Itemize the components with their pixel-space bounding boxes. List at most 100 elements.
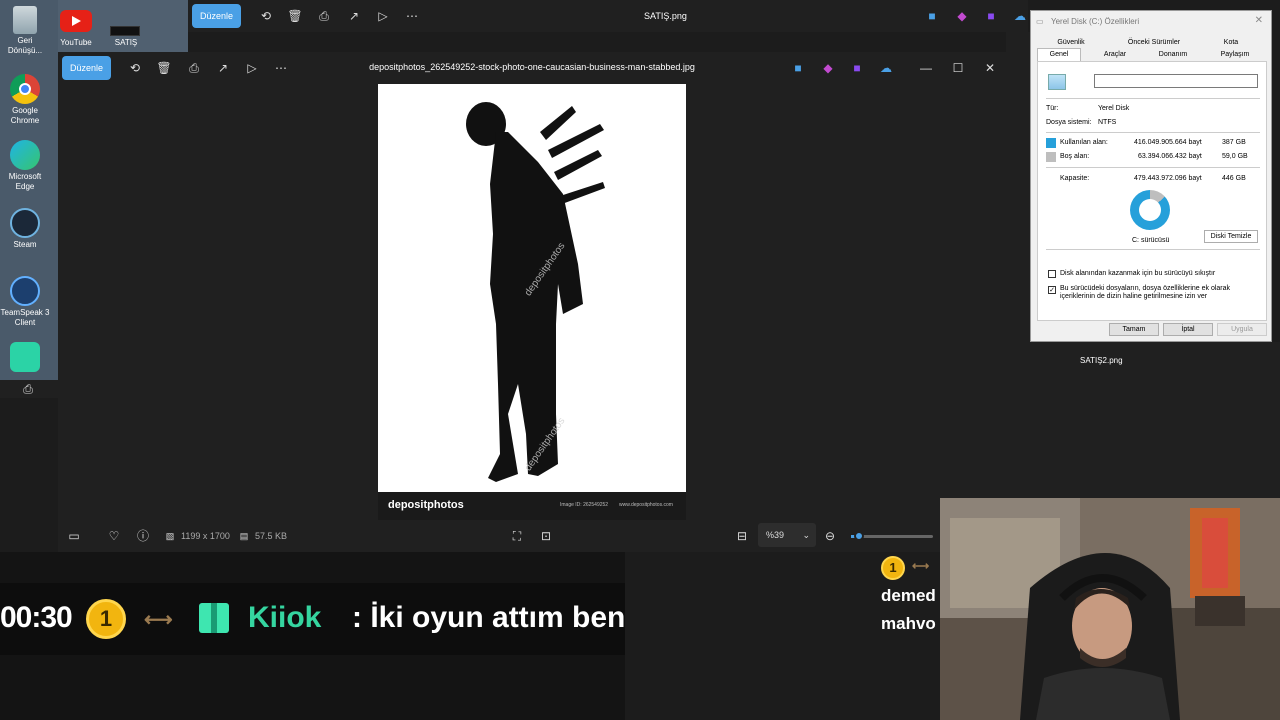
cancel-button[interactable]: İptal: [1163, 323, 1213, 336]
clipchamp-icon[interactable]: ◆: [820, 60, 836, 76]
used-swatch: [1046, 138, 1056, 148]
image-dimensions: 1199 x 1700: [181, 531, 230, 541]
drive-icon: [1048, 74, 1066, 90]
chat-message: : İki oyun attım ben: [352, 601, 626, 634]
recycle-bin-icon: [13, 6, 37, 34]
capacity-bytes: 479.443.972.096 bayt: [1134, 175, 1202, 182]
zoom-slider[interactable]: [851, 531, 933, 541]
desktop-icon-satis[interactable]: SATIŞ: [106, 38, 146, 48]
chat-timestamp: 00:30: [0, 601, 73, 634]
tab-paylasim[interactable]: Paylaşım: [1213, 51, 1257, 58]
drive-label: C: sürücüsü: [1132, 237, 1170, 244]
free-label: Boş alan:: [1060, 153, 1090, 160]
youtube-icon: [60, 10, 92, 32]
zoom-slider-thumb[interactable]: [854, 531, 865, 541]
chat-app-icon: [10, 342, 40, 372]
ok-button[interactable]: Tamam: [1109, 323, 1159, 336]
slideshow-icon[interactable]: ▷: [375, 8, 391, 24]
bg-toolbar-fragment: ⎙: [0, 380, 58, 398]
compress-checkbox[interactable]: [1048, 270, 1056, 278]
chat2-line1: demed: [881, 586, 936, 605]
drive-name-input[interactable]: [1094, 74, 1258, 88]
close-icon[interactable]: ✕: [1255, 15, 1263, 26]
rotate-icon[interactable]: ⟲: [258, 8, 274, 24]
dumbbell-icon: ⟷: [144, 609, 173, 631]
teamspeak-icon: [10, 276, 40, 306]
chrome-icon: [10, 74, 40, 104]
properties-dialog: ▭ Yerel Disk (C:) Özellikleri ✕ Güvenlik…: [1030, 10, 1272, 342]
desktop-icon-chrome[interactable]: Google Chrome: [0, 74, 50, 126]
bg-viewer-body: [625, 552, 878, 720]
info-icon[interactable]: ⓘ: [135, 528, 151, 544]
gift-icon: [199, 603, 229, 633]
tab-kota[interactable]: Kota: [1211, 39, 1251, 46]
tab-donanim[interactable]: Donanım: [1153, 51, 1193, 58]
delete-icon[interactable]: 🗑: [287, 8, 303, 24]
filmstrip-icon[interactable]: ▭: [66, 528, 82, 544]
desktop-icon-recycle-bin[interactable]: Geri Dönüşü...: [0, 6, 50, 56]
used-bytes: 416.049.905.664 bayt: [1134, 139, 1202, 146]
maximize-icon[interactable]: ☐: [950, 60, 966, 76]
divider: [1046, 132, 1260, 133]
bg-photo-viewer: Düzenle ⟲ 🗑 ⎙ ↗ ▷ ⋯ SATIŞ.png ■ ◆ ■ ☁: [188, 0, 1028, 32]
used-gb: 387 GB: [1222, 139, 1246, 146]
coin-badge-icon: 1: [881, 556, 905, 580]
zoom-value: %39: [766, 530, 785, 540]
desktop-icon-label: Steam: [13, 240, 37, 249]
apply-button[interactable]: Uygula: [1217, 323, 1267, 336]
tab-guvenlik[interactable]: Güvenlik: [1051, 39, 1091, 46]
video-icon[interactable]: ■: [983, 8, 999, 24]
dimensions-icon: ▧: [165, 531, 175, 541]
favorite-icon[interactable]: ♡: [106, 528, 122, 544]
dumbbell-icon: ⟷: [912, 559, 930, 573]
depositphotos-logo: depositphotos: [388, 499, 464, 511]
desktop-icon-edge[interactable]: Microsoft Edge: [0, 140, 50, 192]
zoom-out-icon[interactable]: ⊖: [822, 528, 838, 544]
tab-onceki-surumler[interactable]: Önceki Sürümler: [1119, 39, 1189, 46]
desktop-icon-steam[interactable]: Steam: [0, 208, 50, 250]
free-bytes: 63.394.066.432 bayt: [1138, 153, 1202, 160]
used-label: Kullanılan alan:: [1060, 139, 1108, 146]
desktop-icon-label: Google Chrome: [10, 106, 40, 125]
general-tab-panel: Tür: Yerel Disk Dosya sistemi: NTFS Kull…: [1037, 61, 1267, 321]
bg-viewer-title: SATIŞ.png: [644, 11, 687, 21]
chat-overlay: 00:30 1 ⟷ Kiiok : İki oyun attım ben: [0, 583, 625, 655]
desktop-icon-label: Microsoft Edge: [8, 172, 42, 191]
zoom-select[interactable]: %39 ⌄: [758, 523, 816, 547]
close-icon[interactable]: ✕: [982, 60, 998, 76]
edit-image-icon[interactable]: ■: [924, 8, 940, 24]
photo-footer: depositphotos Image ID: 262549252 www.de…: [378, 492, 686, 520]
share-icon[interactable]: ↗: [346, 8, 362, 24]
more-icon[interactable]: ⋯: [404, 8, 420, 24]
print-icon[interactable]: ⎙: [20, 381, 36, 397]
bg-edit-button[interactable]: Düzenle: [192, 4, 242, 28]
bg-file2-title: SATIŞ2.png: [1080, 356, 1123, 365]
print-icon[interactable]: ⎙: [316, 8, 332, 24]
photo-canvas: depositphotos depositphotos depositphoto…: [378, 84, 686, 520]
edit-image-icon[interactable]: ■: [790, 60, 806, 76]
clipchamp-icon[interactable]: ◆: [954, 8, 970, 24]
fit-window-icon[interactable]: ⊟: [734, 528, 750, 544]
free-gb: 59,0 GB: [1222, 153, 1248, 160]
bg-viewer-body: SATIŞ2.png: [1006, 342, 1280, 498]
actual-size-icon[interactable]: ⊡: [538, 528, 554, 544]
desktop-icon-teamspeak[interactable]: TeamSpeak 3 Client: [0, 276, 50, 328]
desktop-icon-youtube[interactable]: YouTube: [58, 38, 94, 48]
index-label: Bu sürücüdeki dosyaların, dosya özellikl…: [1060, 285, 1231, 300]
desktop-icon-app[interactable]: [0, 342, 50, 374]
onedrive-icon[interactable]: ☁: [878, 60, 894, 76]
disk-cleanup-button[interactable]: Diski Temizle: [1204, 230, 1258, 243]
image-id: Image ID: 262549252: [560, 502, 609, 508]
index-checkbox[interactable]: ✓: [1048, 286, 1056, 294]
fit-icon[interactable]: ⛶: [509, 528, 525, 544]
tab-araclar[interactable]: Araçlar: [1095, 51, 1135, 58]
onedrive-icon[interactable]: ☁: [1012, 8, 1028, 24]
divider: [1046, 98, 1260, 99]
video-icon[interactable]: ■: [849, 60, 865, 76]
desktop: Geri Dönüşü... Google Chrome Microsoft E…: [0, 0, 58, 380]
minimize-icon[interactable]: —: [918, 60, 934, 76]
tab-genel[interactable]: Genel: [1037, 48, 1081, 62]
file-icon: [110, 26, 140, 36]
capacity-label: Kapasite:: [1060, 175, 1090, 182]
drive-icon: ▭: [1036, 17, 1044, 26]
